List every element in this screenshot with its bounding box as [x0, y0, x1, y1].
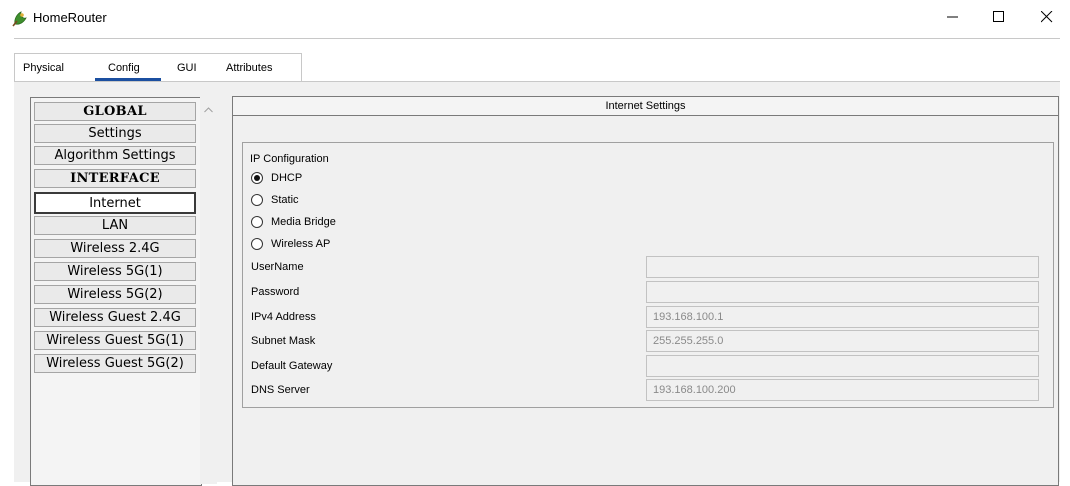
- radio-unselected-icon: [251, 238, 263, 250]
- radio-unselected-icon: [251, 216, 263, 228]
- password-field[interactable]: [646, 281, 1039, 303]
- sidebar-item-wireless-guest-2-4g[interactable]: Wireless Guest 2.4G: [34, 308, 196, 327]
- window-title: HomeRouter: [33, 10, 107, 25]
- chevron-up-icon[interactable]: [204, 100, 213, 118]
- username-label: UserName: [251, 261, 304, 273]
- sidebar-item-wireless-2-4g[interactable]: Wireless 2.4G: [34, 239, 196, 258]
- sidebar-header-global: GLOBAL: [34, 102, 196, 121]
- password-label: Password: [251, 286, 300, 298]
- internet-settings-panel: Internet Settings IP Configuration DHCP …: [232, 96, 1059, 486]
- tab-gui[interactable]: GUI: [177, 62, 197, 74]
- tab-physical[interactable]: Physical: [23, 62, 64, 74]
- close-icon: [1041, 11, 1053, 23]
- sidebar-header-interface: INTERFACE: [34, 169, 196, 188]
- default-gateway-label: Default Gateway: [251, 360, 333, 372]
- radio-dhcp-label: DHCP: [271, 172, 303, 184]
- radio-wireless-ap-label: Wireless AP: [271, 238, 331, 250]
- sidebar-item-internet[interactable]: Internet: [34, 192, 196, 214]
- subnet-mask-field[interactable]: 255.255.255.0: [646, 330, 1039, 352]
- sidebar-item-lan[interactable]: LAN: [34, 216, 196, 235]
- radio-unselected-icon: [251, 194, 263, 206]
- subnet-mask-label: Subnet Mask: [251, 335, 316, 347]
- interface-list: GLOBAL Settings Algorithm Settings INTER…: [30, 97, 202, 486]
- panel-title: Internet Settings: [233, 97, 1058, 116]
- dns-server-field[interactable]: 193.168.100.200: [646, 379, 1039, 401]
- radio-static[interactable]: Static: [251, 192, 299, 208]
- minimize-button[interactable]: [930, 0, 976, 34]
- radio-media-bridge[interactable]: Media Bridge: [251, 214, 336, 230]
- sidebar-item-algorithm-settings[interactable]: Algorithm Settings: [34, 146, 196, 165]
- close-button[interactable]: [1024, 0, 1070, 34]
- ip-configuration-label: IP Configuration: [250, 153, 329, 165]
- dns-server-label: DNS Server: [251, 384, 310, 396]
- radio-dhcp[interactable]: DHCP: [251, 170, 302, 186]
- ipv4-address-field[interactable]: 193.168.100.1: [646, 306, 1039, 328]
- ip-configuration-group: IP Configuration DHCP Static Media Bridg…: [242, 142, 1054, 408]
- default-gateway-field[interactable]: [646, 355, 1039, 377]
- minimize-icon: [947, 11, 959, 23]
- sidebar-item-wireless-5g-1[interactable]: Wireless 5G(1): [34, 262, 196, 281]
- sidebar-item-wireless-guest-5g-2[interactable]: Wireless Guest 5G(2): [34, 354, 196, 373]
- tab-attributes[interactable]: Attributes: [226, 62, 272, 74]
- router-leaf-icon: [11, 10, 27, 27]
- radio-selected-icon: [251, 172, 263, 184]
- sidebar-scrollbar[interactable]: [200, 97, 217, 484]
- sidebar-item-wireless-guest-5g-1[interactable]: Wireless Guest 5G(1): [34, 331, 196, 350]
- sidebar-item-settings[interactable]: Settings: [34, 124, 196, 143]
- maximize-icon: [993, 11, 1005, 23]
- title-separator: [14, 38, 1060, 39]
- title-bar: HomeRouter: [0, 0, 1070, 36]
- radio-media-bridge-label: Media Bridge: [271, 216, 336, 228]
- maximize-button[interactable]: [976, 0, 1022, 34]
- tab-config[interactable]: Config: [108, 62, 140, 74]
- ipv4-address-label: IPv4 Address: [251, 311, 316, 323]
- radio-wireless-ap[interactable]: Wireless AP: [251, 236, 330, 252]
- radio-static-label: Static: [271, 194, 299, 206]
- username-field[interactable]: [646, 256, 1039, 278]
- sidebar-item-wireless-5g-2[interactable]: Wireless 5G(2): [34, 285, 196, 304]
